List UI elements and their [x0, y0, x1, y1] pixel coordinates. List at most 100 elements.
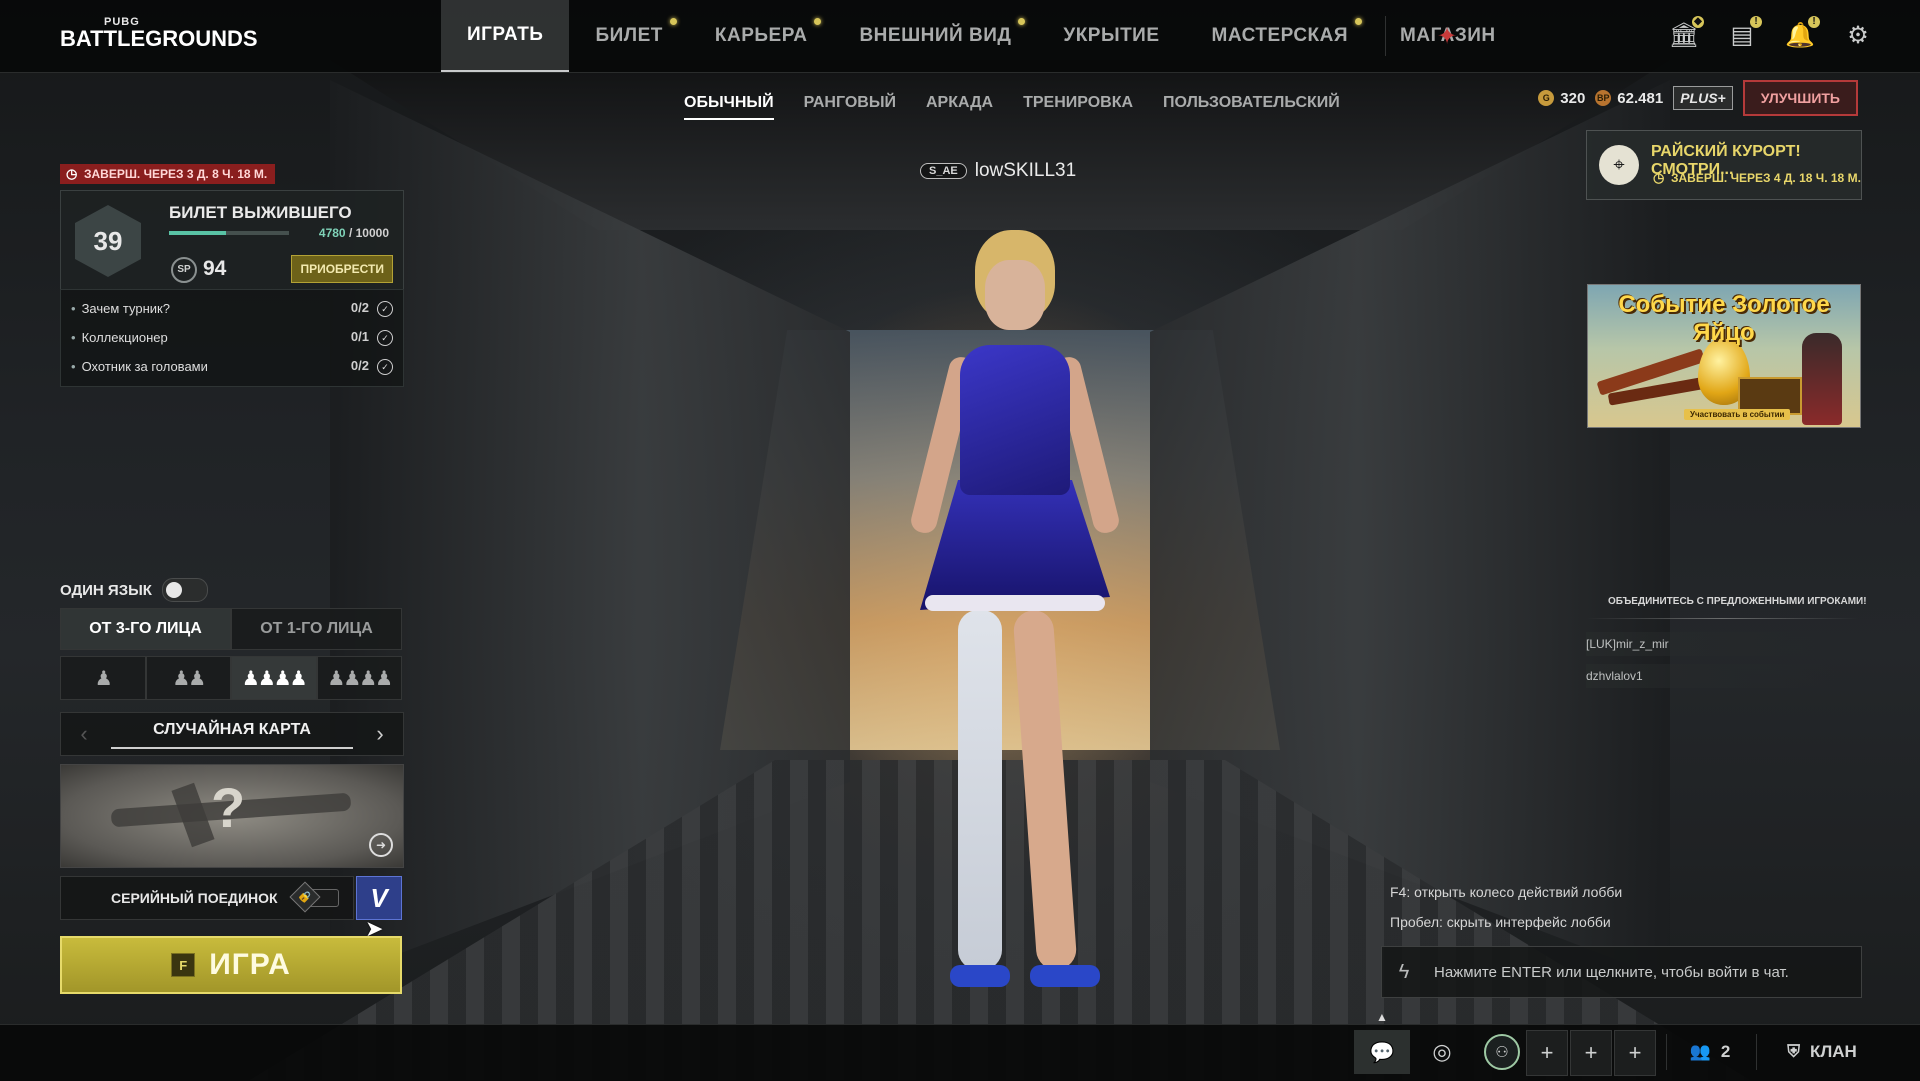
top-bar: PUBG BATTLEGROUNDS ИГРАТЬ БИЛЕТ КАРЬЕРА ВНЕ…	[0, 0, 1920, 73]
mission-row[interactable]: Зачем турник? 0/2 ✓	[71, 298, 393, 318]
clan-tag: S_AE	[920, 163, 967, 179]
bp-icon: BP	[1595, 90, 1612, 106]
bell-icon[interactable]: 🔔!	[1785, 16, 1820, 50]
notification-dot-icon	[1355, 18, 1363, 25]
friends-count: 2	[1720, 1042, 1731, 1061]
nav-item-1[interactable]: БИЛЕТ	[569, 0, 688, 72]
squad-size-selector: ♟ ♟♟ ♟♟♟♟ ♟♟♟♟	[60, 656, 402, 700]
main-nav: ИГРАТЬ БИЛЕТ КАРЬЕРА ВНЕШНИЙ ВИД УКРЫТИЕ МАСТ…	[441, 0, 1522, 72]
mode-tab-1[interactable]: РАНГОВЫЙ	[804, 94, 896, 120]
chat-placeholder: Нажмите ENTER или щелкните, чтобы войти …	[1434, 963, 1789, 981]
mode-tab-4[interactable]: ПОЛЬЗОВАТЕЛЬСКИЙ	[1163, 94, 1340, 120]
character-face	[985, 260, 1045, 330]
voice-icon[interactable]: ◎	[1418, 1030, 1466, 1074]
golden-egg-banner[interactable]: Событие Золотое Яйцо Участвовать в событ…	[1587, 284, 1861, 428]
banner-cta[interactable]: Участвовать в событии	[1684, 409, 1791, 420]
one-language-label: ОДИН ЯЗЫК	[60, 581, 152, 599]
player-character[interactable]	[880, 230, 1140, 1000]
invite-slot-button[interactable]: +	[1570, 1030, 1612, 1076]
missions-list: Зачем турник?0/2✓Коллекционер0/1✓Охотник…	[60, 289, 404, 387]
lightning-icon[interactable]: ϟ	[1382, 961, 1426, 984]
buy-pass-button[interactable]: ПРИОБРЕСТИ	[291, 255, 393, 283]
invite-slot-button[interactable]: +	[1614, 1030, 1656, 1076]
pass-xp: 4780 / 10000	[319, 226, 389, 240]
mission-row[interactable]: Коллекционер 0/1 ✓	[71, 327, 393, 347]
play-button[interactable]: F ИГРА	[60, 936, 402, 994]
nav-item-2[interactable]: КАРЬЕРА	[689, 0, 834, 72]
alert-badge-icon: !	[1808, 16, 1820, 28]
v-button[interactable]: V	[356, 876, 402, 920]
bp-coin[interactable]: BP 62.481	[1595, 90, 1663, 107]
suggested-divider	[1586, 618, 1858, 619]
nav-item-5[interactable]: МАСТЕРСКАЯ	[1186, 0, 1375, 72]
mission-name: Зачем турник?	[71, 301, 170, 316]
gear-icon[interactable]: ⚙	[1844, 20, 1872, 50]
invite-slot-button[interactable]: +	[1526, 1030, 1568, 1076]
squad-icon[interactable]: ♟♟♟♟	[231, 656, 317, 700]
game-logo[interactable]: PUBG BATTLEGROUNDS	[60, 16, 258, 58]
mode-tab-0[interactable]: ОБЫЧНЫЙ	[684, 94, 774, 120]
store-icon[interactable]: 🏛 ◆	[1669, 16, 1704, 50]
friends-icon: 👥	[1689, 1042, 1711, 1061]
solo-icon[interactable]: ♟	[60, 656, 146, 700]
mission-progress: 0/1	[350, 328, 369, 344]
player-avatar[interactable]: ⚇	[1478, 1030, 1526, 1074]
logo-big-text: BATTLEGROUNDS	[60, 26, 258, 51]
currency-bar: G 320 BP 62.481 PLUS+ УЛУЧШИТЬ	[1538, 80, 1858, 116]
clan-label: КЛАН	[1809, 1042, 1857, 1061]
map-preview[interactable]: ? ➜	[60, 764, 404, 868]
news-icon[interactable]: ▤!	[1728, 16, 1762, 50]
map-prev-arrow-icon[interactable]: ‹	[61, 713, 107, 755]
nav-item-label: ВНЕШНИЙ ВИД	[859, 25, 1012, 46]
friends-button[interactable]: 👥 2	[1680, 1030, 1740, 1074]
bp-value: 62.481	[1617, 89, 1664, 107]
character-torso	[960, 345, 1070, 495]
pass-level: 39	[93, 225, 123, 256]
perspective-button-0[interactable]: ОТ 3-ГО ЛИЦА	[60, 608, 231, 650]
pubg-emblem-icon[interactable]: ✦	[1434, 24, 1460, 50]
upgrade-button[interactable]: УЛУЧШИТЬ	[1742, 80, 1858, 116]
character-skirt	[920, 480, 1110, 610]
hint-hide-ui: Пробел: скрыть интерфейс лобби	[1390, 914, 1611, 930]
perspective-button-1[interactable]: ОТ 1-ГО ЛИЦА	[231, 608, 402, 650]
mission-progress-wrap: 0/2 ✓	[351, 358, 393, 375]
serial-duel-lock-toggle[interactable]	[301, 889, 339, 907]
squad-fpp-icon[interactable]: ♟♟♟♟	[316, 656, 402, 700]
duo-icon[interactable]: ♟♟	[145, 656, 231, 700]
mode-tab-3[interactable]: ТРЕНИРОВКА	[1023, 94, 1133, 120]
mission-name: Коллекционер	[71, 330, 168, 345]
bottom-divider	[1756, 1034, 1757, 1070]
g-coin[interactable]: G 320	[1538, 90, 1585, 107]
plus-badge[interactable]: PLUS+	[1673, 86, 1733, 110]
mission-row[interactable]: Охотник за головами 0/2 ✓	[71, 356, 393, 376]
pass-title: БИЛЕТ ВЫЖИВШЕГО	[169, 203, 352, 222]
chat-toggle-icon[interactable]: 💬	[1354, 1030, 1410, 1074]
character-leg	[1012, 609, 1078, 971]
pass-xp-max: 10000	[355, 226, 389, 240]
top-icons: 🏛 ◆ ▤! 🔔! ⚙	[1669, 16, 1872, 50]
map-next-arrow-icon[interactable]: ›	[357, 713, 403, 755]
suggested-player[interactable]: dzhvlalov1	[1586, 664, 1836, 688]
nav-item-3[interactable]: ВНЕШНИЙ ВИД	[833, 0, 1037, 72]
map-details-icon[interactable]: ➜	[369, 833, 393, 857]
expand-up-icon[interactable]: ▲	[1376, 1010, 1388, 1024]
pass-xp-sep: /	[345, 226, 356, 240]
mission-name: Охотник за головами	[71, 359, 208, 374]
clan-button[interactable]: ⛨ КЛАН	[1772, 1030, 1872, 1074]
mode-tab-2[interactable]: АРКАДА	[926, 94, 993, 120]
nav-item-4[interactable]: УКРЫТИЕ	[1037, 0, 1185, 72]
survivor-pass-card[interactable]: 39 БИЛЕТ ВЫЖИВШЕГО 4780 / 10000 SP 94 ПР…	[60, 190, 404, 290]
check-circle-icon: ✓	[377, 300, 393, 317]
perspective-selector: ОТ 3-ГО ЛИЦА ОТ 1-ГО ЛИЦА	[60, 608, 402, 650]
nav-item-label: БИЛЕТ	[595, 25, 663, 46]
character-shoe	[1030, 965, 1100, 987]
event-card[interactable]: ⌖ РАЙСКИЙ КУРОРТ! СМОТРИ... ЗАВЕРШ. ЧЕРЕ…	[1586, 130, 1862, 200]
mode-tabs: ОБЫЧНЫЙ РАНГОВЫЙ АРКАДА ТРЕНИРОВКА ПОЛЬЗОВАТ…	[684, 94, 1340, 120]
chat-input[interactable]: ϟ Нажмите ENTER или щелкните, чтобы войт…	[1381, 946, 1862, 998]
suggested-player[interactable]: [LUK]mir_z_mir	[1586, 632, 1836, 656]
character-leg	[958, 610, 1002, 970]
mission-progress: 0/2	[350, 357, 369, 373]
nav-item-0[interactable]: ИГРАТЬ	[441, 0, 570, 72]
nav-item-label: КАРЬЕРА	[714, 25, 808, 46]
one-language-toggle[interactable]	[161, 578, 208, 602]
